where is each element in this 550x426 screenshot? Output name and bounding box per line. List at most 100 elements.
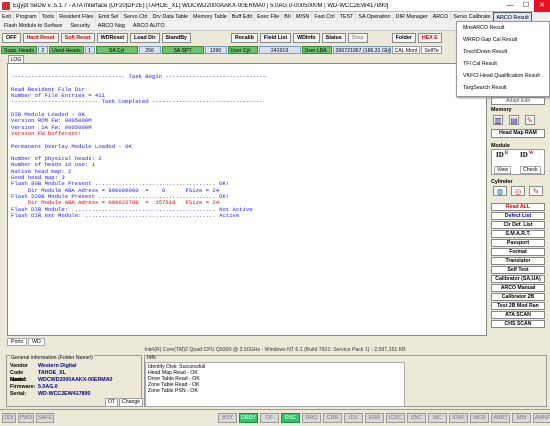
sa-spt-label: SA SPT bbox=[161, 45, 204, 54]
menu-item-1[interactable]: Program bbox=[14, 12, 40, 22]
folder-button[interactable]: Folder bbox=[391, 33, 416, 43]
adapt-edit-label[interactable]: Adapt Edit bbox=[491, 97, 545, 105]
off-button[interactable]: OFF bbox=[2, 33, 21, 43]
menu-item-11[interactable]: MISN bbox=[294, 12, 313, 22]
memory-read-icon[interactable]: ▥ bbox=[493, 115, 503, 125]
tab-log[interactable]: LOG bbox=[8, 55, 24, 63]
translator-button[interactable]: Translator bbox=[491, 257, 545, 265]
close-button[interactable]: ✕ bbox=[534, 0, 550, 12]
self-test-button[interactable]: SelfTe bbox=[421, 45, 442, 54]
menu2-item-0[interactable]: Flash Module to Surface bbox=[0, 22, 66, 30]
module-view-button[interactable]: View bbox=[494, 166, 512, 174]
standby-button[interactable]: StandBy bbox=[161, 33, 192, 43]
menu2-item-1[interactable]: Security bbox=[66, 22, 93, 30]
cylinder-label: Cylinder bbox=[491, 179, 513, 185]
module-box: ID R ID W View Check bbox=[491, 149, 545, 175]
format-button[interactable]: Format bbox=[491, 248, 545, 256]
read-all-button[interactable]: Read ALL bbox=[491, 203, 545, 211]
hex-editor-button[interactable]: HEX E bbox=[417, 33, 442, 43]
supp-heads-value: 2 bbox=[38, 45, 48, 54]
menu-item-3[interactable]: Resident Files bbox=[57, 12, 97, 22]
tab-ports[interactable]: Ports bbox=[7, 338, 28, 346]
change-button[interactable]: Change bbox=[119, 398, 144, 407]
wdinfo-button[interactable]: WDInfo bbox=[293, 33, 320, 43]
cal-mont-button[interactable]: CAL Mont bbox=[391, 45, 421, 54]
indicator-pwd: PWD bbox=[18, 413, 34, 423]
arco-manual-button[interactable]: ARCO Manual bbox=[491, 284, 545, 292]
ata-scan-button[interactable]: ATA SCAN bbox=[491, 311, 545, 319]
test-2b-mod-ran-button[interactable]: Test 2B Mod Ran bbox=[491, 302, 545, 310]
menu2-item-3[interactable]: ARCO AUTO bbox=[129, 22, 169, 30]
hard-reset-button[interactable]: Hard Reset bbox=[22, 33, 59, 43]
minimize-button[interactable]: — bbox=[502, 0, 518, 12]
module-id-read[interactable]: ID bbox=[496, 151, 504, 159]
indicator-bsy: BSY bbox=[218, 413, 237, 423]
menu-item-8[interactable]: Buff Edit bbox=[230, 12, 256, 22]
maximize-button[interactable]: ☐ bbox=[518, 0, 534, 12]
recalib-button[interactable]: Recalib bbox=[231, 33, 258, 43]
calibrator-sa-ua-button[interactable]: Calibrator (SA,UA) bbox=[491, 275, 545, 283]
firmware-label: Firmware: bbox=[10, 384, 36, 390]
stop-button[interactable]: Stop bbox=[347, 33, 368, 43]
menu2-item-2[interactable]: ARCO Nag bbox=[94, 22, 129, 30]
soft-reset-button[interactable]: Soft Reset bbox=[60, 33, 95, 43]
status-button[interactable]: Status bbox=[321, 33, 346, 43]
clear-defect-list-button[interactable]: Clr Def. List bbox=[491, 221, 545, 229]
calibrator-2b-button[interactable]: Calibrator 2B bbox=[491, 293, 545, 301]
firmware-value: 5.0AG.0 bbox=[38, 384, 58, 390]
defect-list-button[interactable]: Defect List bbox=[491, 212, 545, 220]
title-bar: Egypt SeDiv v. 5.1.7 - ATA Interface (DF… bbox=[0, 0, 550, 12]
menu-item-2[interactable]: Tools bbox=[40, 12, 58, 22]
info-title: Info bbox=[147, 355, 156, 361]
field-list-button[interactable]: Field List bbox=[259, 33, 292, 43]
indicator-icrc: ICRC bbox=[386, 413, 405, 423]
dropdown-item-wrro-gap[interactable]: WRRO Gap Cal Result bbox=[457, 34, 549, 46]
cylinder-write-icon[interactable]: ◎ bbox=[511, 186, 525, 196]
menu-item-14[interactable]: SA Operation bbox=[356, 12, 394, 22]
indicator-dsc: DSC bbox=[281, 413, 300, 423]
passport-button[interactable]: Passport bbox=[491, 239, 545, 247]
chs-scan-button[interactable]: CHS SCAN bbox=[491, 320, 545, 328]
dropdown-item-targsearch[interactable]: TargSearch Result bbox=[457, 82, 549, 94]
cpu-info-text: Intel(R) Core(TM)2 Quad CPU Q9300 @ 2.50… bbox=[144, 347, 406, 353]
indicator-drdy: DRDY bbox=[239, 413, 258, 423]
dropdown-item-vkfci[interactable]: VKFCI Head Qualification Result bbox=[457, 70, 549, 82]
memory-write-icon[interactable]: ▤ bbox=[509, 115, 519, 125]
menu-item-9[interactable]: Exec File bbox=[255, 12, 283, 22]
menu-item-5[interactable]: Servo Ctrl bbox=[122, 12, 151, 22]
arco-result-dropdown: MiniARCO Result WRRO Gap Cal Result Touc… bbox=[456, 21, 550, 97]
tab-wd[interactable]: WD bbox=[28, 338, 45, 346]
module-check-button[interactable]: Check bbox=[520, 166, 541, 174]
menu-item-4[interactable]: Emit Sel bbox=[96, 12, 122, 22]
info-log: Identify Disk: Successfull Head Map Read… bbox=[145, 362, 405, 407]
indicator-abrt: ABRT bbox=[491, 413, 510, 423]
smart-button[interactable]: S.M.A.R.T. bbox=[491, 230, 545, 238]
ot-button[interactable]: OT bbox=[105, 398, 119, 407]
menu-item-6[interactable]: Drv Data Table bbox=[150, 12, 192, 22]
dropdown-item-miniarco[interactable]: MiniARCO Result bbox=[457, 22, 549, 34]
head-map-ram-button[interactable]: Head Map RAM bbox=[491, 129, 545, 138]
wd-reset-button[interactable]: WDReset bbox=[96, 33, 129, 43]
sa-cyl-value: 256 bbox=[138, 45, 161, 54]
menu-item-12[interactable]: Fast Ctrl bbox=[312, 12, 338, 22]
cylinder-edit-icon[interactable]: ✎ bbox=[529, 186, 543, 196]
load-dir-button[interactable]: Load Dir bbox=[130, 33, 160, 43]
self-test-panel-button[interactable]: Self Test bbox=[491, 266, 545, 274]
serial-label: Serial: bbox=[10, 391, 27, 397]
indicator-mcr: MCR bbox=[470, 413, 489, 423]
memory-edit-icon[interactable]: ✎ bbox=[525, 115, 535, 125]
dropdown-item-touchdown[interactable]: TouchDown Result bbox=[457, 46, 549, 58]
menu-item-10[interactable]: BII bbox=[282, 12, 294, 22]
cylinder-icon[interactable]: ◍ bbox=[493, 186, 507, 196]
menu-item-15[interactable]: DIR Manager bbox=[394, 12, 431, 22]
indicator-amnf: AMNF bbox=[533, 413, 550, 423]
dropdown-item-tfi-cal[interactable]: TFI Cal Result bbox=[457, 58, 549, 70]
model-value: WDCWD2000AAKX-00ERMA0 bbox=[38, 377, 113, 383]
menu-item-0[interactable]: Exit bbox=[0, 12, 14, 22]
menu-item-16[interactable]: ARCO bbox=[431, 12, 452, 22]
log-output: ---------------------------------- Task … bbox=[7, 63, 487, 336]
menu-item-7[interactable]: Memory Table bbox=[191, 12, 230, 22]
menu-item-13[interactable]: TEST bbox=[338, 12, 357, 22]
ports-bar: Ports WD bbox=[7, 338, 487, 346]
module-id-write[interactable]: ID bbox=[520, 151, 528, 159]
